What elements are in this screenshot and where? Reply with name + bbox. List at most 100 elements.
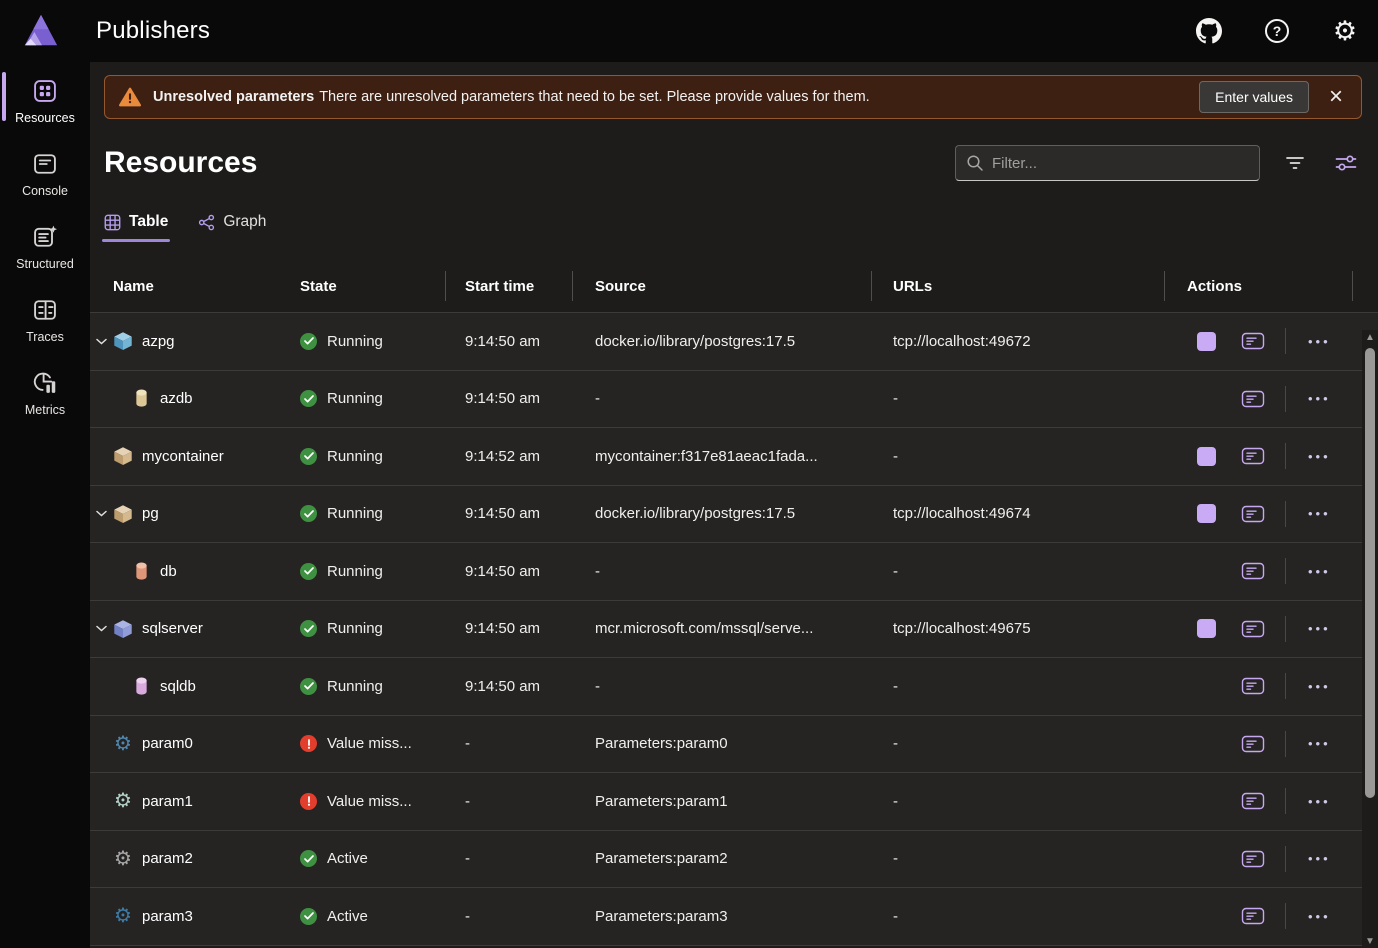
table-row[interactable]: ⚙ sqlserver Running 9:14:50 am mcr.micro… <box>90 601 1378 659</box>
console-logs-button[interactable] <box>1241 332 1265 350</box>
scroll-down-arrow[interactable]: ▼ <box>1362 936 1378 948</box>
chevron-down-icon[interactable] <box>92 625 110 632</box>
url-link[interactable]: - <box>893 850 898 867</box>
stop-button[interactable] <box>1197 446 1217 466</box>
more-actions-button[interactable]: ••• <box>1302 677 1337 696</box>
sidebar-item-label: Resources <box>15 111 75 125</box>
resource-name[interactable]: pg <box>142 505 159 522</box>
table-row[interactable]: ⚙ azpg Running 9:14:50 am docker.io/libr… <box>90 313 1378 371</box>
more-actions-button[interactable]: ••• <box>1302 907 1337 926</box>
sidebar-item-structured[interactable]: Structured <box>0 208 90 281</box>
console-logs-button[interactable] <box>1241 505 1265 523</box>
url-link[interactable]: tcp://localhost:49672 <box>893 333 1031 350</box>
aspire-logo-icon <box>22 12 60 50</box>
table-row[interactable]: ⚙ pg Running 9:14:50 am docker.io/librar… <box>90 486 1378 544</box>
sidebar: Resources Console Structured Traces <box>0 62 90 948</box>
console-logs-button[interactable] <box>1241 447 1265 465</box>
stop-button[interactable] <box>1197 504 1217 524</box>
state-text: Running <box>327 505 383 522</box>
resource-name-cell: ⚙ db <box>90 560 281 582</box>
console-logs-button[interactable] <box>1241 792 1265 810</box>
url-link[interactable]: - <box>893 563 898 580</box>
scrollbar-thumb[interactable] <box>1365 348 1375 798</box>
more-actions-button[interactable]: ••• <box>1302 332 1337 351</box>
resource-name[interactable]: azdb <box>160 390 193 407</box>
url-link[interactable]: - <box>893 793 898 810</box>
stop-button[interactable] <box>1197 331 1217 351</box>
url-link[interactable]: - <box>893 390 898 407</box>
chevron-down-icon[interactable] <box>92 510 110 517</box>
sidebar-item-metrics[interactable]: Metrics <box>0 354 90 427</box>
table-row[interactable]: ⚙ db Running 9:14:50 am - - ••• <box>90 543 1378 601</box>
resource-name[interactable]: param3 <box>142 908 193 925</box>
state-cell: Running <box>281 448 446 465</box>
actions-cell: ••• <box>1165 386 1353 412</box>
state-text: Active <box>327 850 368 867</box>
console-logs-button[interactable] <box>1241 620 1265 638</box>
resource-name[interactable]: sqldb <box>160 678 196 695</box>
more-actions-button[interactable]: ••• <box>1302 562 1337 581</box>
console-logs-button[interactable] <box>1241 735 1265 753</box>
resource-name-cell: ⚙ mycontainer <box>90 445 281 467</box>
table-row[interactable]: ⚙ param2 Active - Parameters:param2 - ••… <box>90 831 1378 889</box>
more-actions-button[interactable]: ••• <box>1302 849 1337 868</box>
resource-name[interactable]: sqlserver <box>142 620 203 637</box>
close-icon[interactable]: × <box>1321 85 1351 109</box>
filter-funnel-icon[interactable] <box>1280 149 1310 177</box>
tab-table[interactable]: Table <box>104 213 168 242</box>
table-row[interactable]: ⚙ mycontainer Running 9:14:52 am myconta… <box>90 428 1378 486</box>
warning-triangle-icon <box>119 87 141 107</box>
sidebar-item-traces[interactable]: Traces <box>0 281 90 354</box>
actions-cell: ••• <box>1165 443 1353 469</box>
tab-graph[interactable]: Graph <box>198 213 266 242</box>
tab-label: Table <box>129 213 168 231</box>
resource-name[interactable]: azpg <box>142 333 175 350</box>
more-actions-button[interactable]: ••• <box>1302 447 1337 466</box>
enter-values-button[interactable]: Enter values <box>1199 81 1309 113</box>
column-options-sliders-icon[interactable] <box>1330 149 1362 177</box>
table-row[interactable]: ⚙ azdb Running 9:14:50 am - - ••• <box>90 371 1378 429</box>
url-link[interactable]: tcp://localhost:49674 <box>893 505 1031 522</box>
console-logs-button[interactable] <box>1241 850 1265 868</box>
page-title: Publishers <box>96 17 210 45</box>
sidebar-item-resources[interactable]: Resources <box>0 62 90 135</box>
stop-button[interactable] <box>1197 619 1217 639</box>
resource-name[interactable]: param1 <box>142 793 193 810</box>
github-icon[interactable] <box>1194 16 1224 46</box>
state-text: Running <box>327 333 383 350</box>
console-logs-button[interactable] <box>1241 907 1265 925</box>
more-actions-button[interactable]: ••• <box>1302 619 1337 638</box>
url-link[interactable]: - <box>893 448 898 465</box>
sidebar-item-console[interactable]: Console <box>0 135 90 208</box>
resource-name[interactable]: param0 <box>142 735 193 752</box>
state-cell: Active <box>281 908 446 925</box>
table-row[interactable]: ⚙ param0 Value miss... - Parameters:para… <box>90 716 1378 774</box>
console-logs-button[interactable] <box>1241 562 1265 580</box>
resource-name-cell: ⚙ sqlserver <box>90 618 281 640</box>
url-link[interactable]: tcp://localhost:49675 <box>893 620 1031 637</box>
url-link[interactable]: - <box>893 908 898 925</box>
resource-name[interactable]: param2 <box>142 850 193 867</box>
more-actions-button[interactable]: ••• <box>1302 734 1337 753</box>
table-row[interactable]: ⚙ sqldb Running 9:14:50 am - - ••• <box>90 658 1378 716</box>
scroll-up-arrow[interactable]: ▲ <box>1362 330 1378 346</box>
url-link[interactable]: - <box>893 735 898 752</box>
more-actions-button[interactable]: ••• <box>1302 504 1337 523</box>
more-actions-button[interactable]: ••• <box>1302 792 1337 811</box>
column-header-state: State <box>281 260 446 312</box>
resource-name[interactable]: mycontainer <box>142 448 224 465</box>
table-row[interactable]: ⚙ param1 Value miss... - Parameters:para… <box>90 773 1378 831</box>
more-actions-button[interactable]: ••• <box>1302 389 1337 408</box>
table-header-row: Name State Start time Source URLs Action… <box>90 260 1378 312</box>
settings-gear-icon[interactable]: ⚙ <box>1330 16 1360 46</box>
help-icon[interactable]: ? <box>1262 16 1292 46</box>
state-text: Active <box>327 908 368 925</box>
console-logs-button[interactable] <box>1241 390 1265 408</box>
table-row[interactable]: ⚙ param3 Active - Parameters:param3 - ••… <box>90 888 1378 946</box>
filter-input[interactable] <box>992 155 1249 172</box>
start-time-cell: - <box>446 735 573 752</box>
chevron-down-icon[interactable] <box>92 338 110 345</box>
console-logs-button[interactable] <box>1241 677 1265 695</box>
resource-name[interactable]: db <box>160 563 177 580</box>
url-link[interactable]: - <box>893 678 898 695</box>
